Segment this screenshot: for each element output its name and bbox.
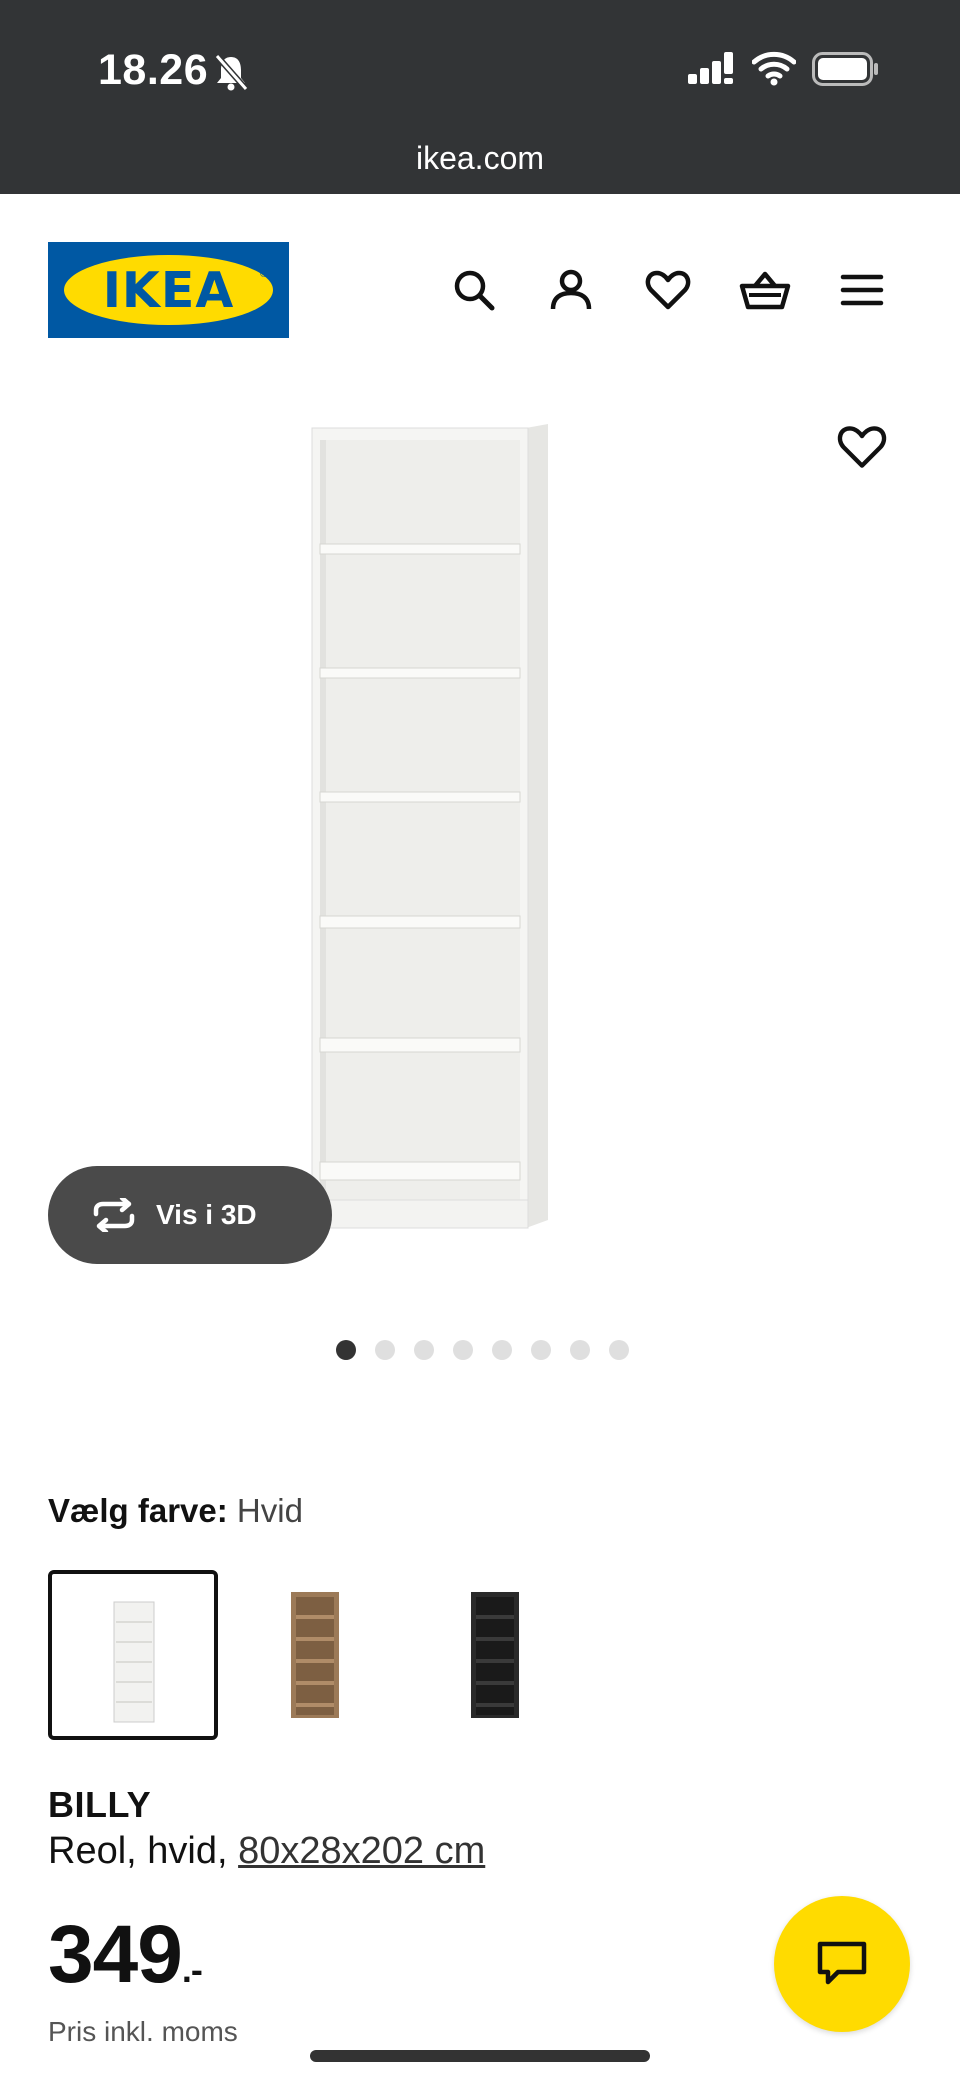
gallery-dot[interactable]: [530, 1340, 551, 1360]
product-name: BILLY: [48, 1784, 152, 1825]
price-suffix: .-: [181, 1949, 203, 1990]
gallery-dot[interactable]: [335, 1340, 356, 1360]
chat-icon: [817, 1941, 867, 1985]
color-picker-label: Vælg farve: Hvid: [48, 1492, 303, 1530]
color-swatch-white[interactable]: [48, 1570, 218, 1740]
gallery-dot[interactable]: [452, 1340, 473, 1360]
color-picker-title: Vælg farve:: [48, 1492, 228, 1529]
gallery-dot[interactable]: [413, 1340, 434, 1360]
status-time: 18.26: [98, 46, 209, 94]
selected-color-value: Hvid: [236, 1492, 303, 1529]
gallery-dot[interactable]: [608, 1340, 629, 1360]
search-icon[interactable]: [448, 264, 500, 316]
logo-text: IKEA: [102, 262, 235, 319]
gallery-pagination: [0, 1340, 960, 1360]
price-value: 349: [48, 1909, 183, 2000]
view-in-3d-label: Vis i 3D: [156, 1199, 257, 1230]
add-to-favorites-icon[interactable]: [836, 424, 888, 476]
gallery-dot[interactable]: [569, 1340, 590, 1360]
price-note: Pris inkl. moms: [48, 2016, 238, 2047]
bell-muted-icon: [214, 54, 249, 91]
browser-url[interactable]: ikea.com: [0, 140, 960, 177]
product-dimensions-link[interactable]: 80x28x202 cm: [238, 1830, 485, 1872]
site-header: IKEA ®: [48, 240, 912, 340]
product-price: 349.-: [48, 1908, 203, 2002]
gallery-dot[interactable]: [491, 1340, 512, 1360]
color-swatch-black[interactable]: [413, 1570, 583, 1740]
account-icon[interactable]: [545, 264, 597, 316]
rotate-3d-icon: [93, 1198, 135, 1232]
product-description-text: Reol, hvid,: [48, 1830, 239, 1872]
product-description: Reol, hvid, 80x28x202 cm: [48, 1830, 485, 1873]
home-indicator[interactable]: [310, 2050, 650, 2062]
gallery-dot[interactable]: [374, 1340, 395, 1360]
favorites-heart-icon[interactable]: [642, 264, 694, 316]
ikea-logo[interactable]: IKEA ®: [48, 242, 289, 338]
wifi-icon: [752, 51, 796, 86]
cellular-signal-icon: [688, 52, 733, 84]
menu-icon[interactable]: [836, 264, 888, 316]
view-in-3d-button[interactable]: Vis i 3D: [48, 1166, 332, 1264]
chat-button[interactable]: [774, 1896, 910, 2032]
color-swatch-walnut[interactable]: [233, 1570, 403, 1740]
status-bar: 18.26 ikea.com: [0, 0, 960, 194]
product-image[interactable]: [290, 420, 660, 1320]
basket-icon[interactable]: [739, 264, 791, 316]
battery-icon: [812, 52, 878, 86]
